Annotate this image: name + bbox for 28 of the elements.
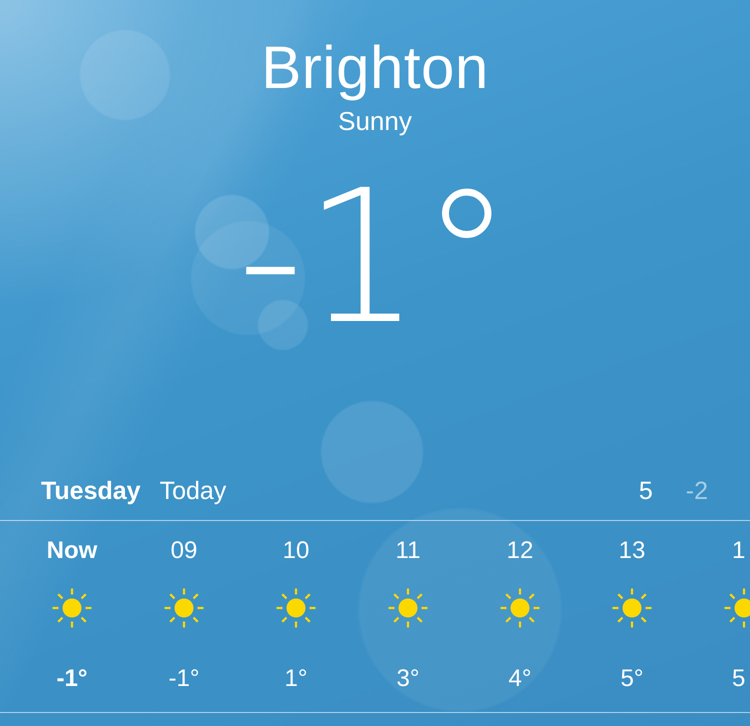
low-temperature: -2	[686, 477, 708, 506]
sun-icon	[500, 588, 540, 628]
day-name: Tuesday	[41, 477, 141, 506]
current-temperature: -1°	[237, 166, 513, 350]
hour-temperature: 4°	[508, 664, 532, 694]
sun-icon	[52, 588, 92, 628]
hour-label: 10	[282, 536, 310, 566]
hour-label: 09	[170, 536, 198, 566]
hour-temperature: 5	[732, 664, 746, 694]
hour-temperature: 1°	[284, 664, 308, 694]
sun-icon	[164, 588, 204, 628]
hour-temperature: -1°	[168, 664, 200, 694]
sun-icon	[276, 588, 316, 628]
hour-temperature: 5°	[620, 664, 644, 694]
hour-label: 13	[618, 536, 646, 566]
hour-temperature: 3°	[396, 664, 420, 694]
hour-label: 11	[396, 536, 420, 566]
hour-label: Now	[46, 536, 98, 566]
sun-icon	[724, 588, 750, 628]
high-temperature: 5	[638, 477, 653, 506]
sun-icon	[612, 588, 652, 628]
hour-label: 1	[732, 536, 746, 566]
today-label: Today	[160, 477, 226, 506]
sun-icon	[388, 588, 428, 628]
city-name: Brighton	[261, 33, 489, 103]
hour-label: 12	[506, 536, 534, 566]
weather-condition: Sunny	[338, 106, 412, 136]
hour-temperature: -1°	[56, 664, 88, 694]
